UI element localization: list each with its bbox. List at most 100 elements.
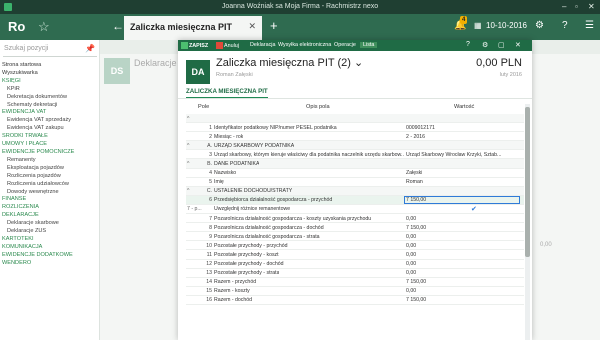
- declaration-menu[interactable]: Deklaracja: [250, 42, 275, 48]
- table-row[interactable]: 1 Identyfikator podatkowy NIP/numer PESEL…: [186, 123, 524, 133]
- table-row[interactable]: 15 Razem - koszty 0,00: [186, 287, 524, 296]
- row-description: Nazwisko: [214, 170, 237, 177]
- sidebar-item[interactable]: Dowody wewnętrzne: [0, 189, 100, 197]
- table-row[interactable]: 5 Imię Roman: [186, 178, 524, 187]
- row-value: 0009012171: [406, 124, 435, 131]
- row-prefix: ^: [187, 142, 190, 149]
- row-value: 0,00: [406, 261, 417, 267]
- sidebar-item[interactable]: EWIDENCJE DODATKOWE: [0, 252, 100, 260]
- total-amount: 0,00 PLN: [476, 57, 522, 69]
- minimize-icon[interactable]: –: [562, 0, 566, 14]
- row-number: 1: [209, 124, 212, 131]
- sidebar-item[interactable]: Remanenty: [0, 157, 100, 165]
- sidebar-item[interactable]: Schematy dekretacji: [0, 102, 100, 110]
- table-row[interactable]: 7 Pozarolnicza działalność gospodarcza - …: [186, 214, 524, 224]
- checkbox-checked-icon[interactable]: ✔: [471, 205, 477, 213]
- row-description: Pozarolnicza działalność gospodarcza - s…: [214, 233, 320, 240]
- list-button[interactable]: Lista: [360, 42, 378, 48]
- notification-badge: 4: [460, 16, 468, 24]
- column-opis[interactable]: Opis pola: [306, 104, 330, 110]
- sidebar-item[interactable]: Deklaracje skarbowe: [0, 220, 100, 228]
- current-date[interactable]: 10-10-2016: [486, 21, 527, 30]
- background-title: Deklaracje: [134, 58, 177, 68]
- dialog-title[interactable]: Zaliczka miesięczna PIT (2) ⌄: [216, 56, 363, 69]
- table-row[interactable]: 14 Razem - przychód 7 150,00: [186, 278, 524, 287]
- row-number: 8: [209, 224, 212, 231]
- column-pole[interactable]: Pole: [198, 104, 209, 110]
- row-description: Razem - dochód: [214, 297, 253, 304]
- table-row[interactable]: 13 Pozostałe przychody - strata 0,00: [186, 269, 524, 278]
- sidebar-item[interactable]: KSIĘGI: [0, 78, 100, 86]
- sidebar-item[interactable]: ROZLICZENIA: [0, 204, 100, 212]
- sidebar-item[interactable]: FINANSE: [0, 196, 100, 204]
- help-icon[interactable]: ?: [466, 41, 470, 48]
- column-wartosc[interactable]: Wartość: [454, 104, 474, 110]
- table-row[interactable]: 4 Nazwisko Załęski: [186, 169, 524, 178]
- background-kwota: 0,00: [540, 242, 552, 248]
- sidebar-item[interactable]: WENDERO: [0, 260, 100, 268]
- table-section-row[interactable]: ^ C. USTALENIE DOCHODU/STRATY: [186, 186, 524, 196]
- favorites-star-icon[interactable]: ☆: [38, 19, 50, 35]
- sidebar-item[interactable]: Rozliczenia pojazdów: [0, 173, 100, 181]
- row-value: 7 150,00: [406, 279, 427, 286]
- sidebar-item[interactable]: UMOWY I PŁACE: [0, 141, 100, 149]
- save-button[interactable]: ZAPISZ: [181, 42, 208, 49]
- sidebar-item[interactable]: Eksploatacja pojazdów: [0, 165, 100, 173]
- back-arrow-icon[interactable]: ←: [112, 19, 124, 33]
- table-row[interactable]: 7 - p... Uwzględnij różnice remanentowe ✔: [186, 205, 524, 215]
- calendar-icon[interactable]: ▦: [474, 21, 482, 30]
- row-number: 16: [206, 297, 212, 304]
- vertical-scrollbar[interactable]: [525, 104, 530, 340]
- menu-icon[interactable]: ☰: [585, 20, 594, 31]
- sidebar-item[interactable]: Dekretacja dokumentów: [0, 94, 100, 102]
- sidebar-item[interactable]: EWIDENCJA VAT: [0, 109, 100, 117]
- settings-icon[interactable]: ⚙: [535, 20, 544, 31]
- cancel-button[interactable]: Anuluj: [216, 42, 239, 49]
- table-row[interactable]: 8 Pozarolnicza działalność gospodarcza - …: [186, 223, 524, 233]
- close-icon[interactable]: ✕: [515, 41, 521, 49]
- sidebar-item[interactable]: Ewidencja VAT zakupu: [0, 125, 100, 133]
- row-description: Pozostałe przychody - strata: [214, 270, 280, 277]
- table-section-row[interactable]: ^ A. URZĄD SKARBOWY PODATNIKA: [186, 141, 524, 151]
- e-send-menu[interactable]: Wysyłka elektroniczna: [278, 42, 331, 48]
- search-input[interactable]: Szukaj pozycji 📌: [3, 43, 97, 57]
- settings-icon[interactable]: ⚙: [482, 41, 488, 49]
- maximize-icon[interactable]: ▫: [575, 0, 578, 14]
- table-row[interactable]: 16 Razem - dochód 7 150,00: [186, 296, 524, 305]
- operations-menu[interactable]: Operacje: [334, 42, 356, 48]
- sidebar-item[interactable]: DEKLARACJE: [0, 212, 100, 220]
- sidebar-item[interactable]: KARTOTEKI: [0, 236, 100, 244]
- table-row[interactable]: 10 Pozostałe przychody - przychód 0,00: [186, 241, 524, 251]
- tab-zaliczka[interactable]: Zaliczka miesięczna PIT ✕: [124, 16, 262, 40]
- help-icon[interactable]: ?: [562, 20, 568, 31]
- tab-close-icon[interactable]: ✕: [248, 21, 256, 32]
- sidebar-item[interactable]: KPiR: [0, 86, 100, 94]
- row-number: 5: [209, 179, 212, 186]
- table-section-row[interactable]: ^ B. DANE PODATNIKA: [186, 159, 524, 169]
- cancel-icon: [216, 42, 223, 49]
- close-icon[interactable]: ✕: [588, 0, 595, 14]
- sidebar-item[interactable]: Rozliczenia udziałowców: [0, 181, 100, 189]
- table-row[interactable]: 2 Miesiąc - rok 2 - 2016: [186, 132, 524, 142]
- sidebar-item[interactable]: Wyszukiwarka: [0, 70, 100, 78]
- row-description: URZĄD SKARBOWY PODATNIKA: [214, 142, 295, 149]
- chevron-down-icon[interactable]: ⌄: [354, 57, 363, 69]
- table-row[interactable]: 6 Przedsiębiorca działalność gospodarcza …: [186, 195, 524, 205]
- scrollbar-thumb[interactable]: [525, 107, 530, 257]
- table-row[interactable]: 12 Pozostałe przychody - dochód 0,00: [186, 260, 524, 269]
- sidebar-item[interactable]: KOMUNIKACJA: [0, 244, 100, 252]
- sidebar-item[interactable]: ŚRODKI TRWAŁE: [0, 133, 100, 141]
- sidebar-item[interactable]: EWIDENCJE POMOCNICZE: [0, 149, 100, 157]
- table-section-row[interactable]: ^: [186, 114, 524, 124]
- new-tab-plus-icon[interactable]: +: [270, 18, 278, 33]
- row-description: Pozarolnicza działalność gospodarcza - d…: [214, 224, 324, 231]
- dialog-toolbar: ZAPISZ Anuluj Deklaracja Wysyłka elektro…: [178, 40, 532, 51]
- sidebar-item[interactable]: Ewidencja VAT sprzedaży: [0, 117, 100, 125]
- table-row[interactable]: 3 Urząd skarbowy, którym kieruje właściwy…: [186, 150, 524, 160]
- sidebar-item[interactable]: Strona startowa: [0, 62, 100, 70]
- sidebar-item[interactable]: Deklaracje ZUS: [0, 228, 100, 236]
- maximize-icon[interactable]: ▢: [498, 41, 505, 49]
- table-row[interactable]: 9 Pozarolnicza działalność gospodarcza - …: [186, 232, 524, 242]
- pin-icon[interactable]: 📌: [85, 44, 95, 53]
- table-row[interactable]: 11 Pozostałe przychody - koszt 0,00: [186, 250, 524, 260]
